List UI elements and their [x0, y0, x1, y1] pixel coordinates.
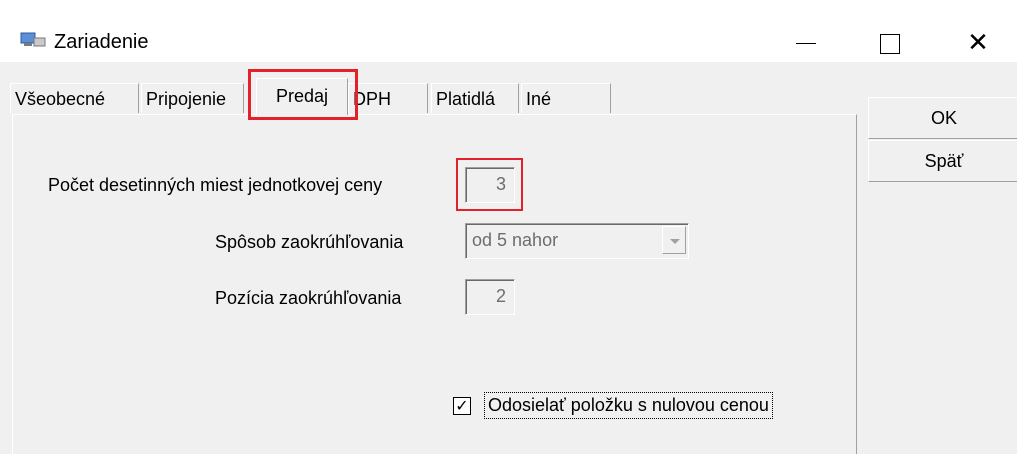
ok-button[interactable]: OK	[868, 97, 1017, 139]
window-title: Zariadenie	[54, 31, 149, 53]
close-button[interactable]: ✕	[948, 18, 1008, 68]
tab-vseobecne[interactable]: Všeobecné	[10, 83, 139, 113]
send-zero-price-label[interactable]: Odosielať položku s nulovou cenou	[484, 392, 773, 419]
tab-label: Všeobecné	[15, 89, 106, 109]
tab-ine[interactable]: Iné	[521, 83, 611, 113]
dropdown-button[interactable]	[662, 226, 686, 254]
tab-platidla[interactable]: Platidlá	[431, 83, 519, 113]
close-icon: ✕	[967, 28, 989, 58]
minimize-button[interactable]	[776, 18, 836, 68]
tab-dph[interactable]: DPH	[348, 83, 428, 113]
decimal-places-label: Počet desetinných miest jednotkovej ceny	[48, 175, 383, 195]
send-zero-price-checkbox[interactable]: ✓	[453, 397, 471, 415]
rounding-method-label: Spôsob zaokrúhľovania	[215, 232, 404, 252]
rounding-position-label: Pozícia zaokrúhľovania	[215, 288, 402, 308]
field-highlight-box	[456, 158, 523, 211]
tab-label: Iné	[526, 89, 552, 109]
ok-button-label: OK	[930, 108, 957, 128]
title-bar: Zariadenie ✕	[0, 0, 1017, 62]
check-icon: ✓	[455, 396, 469, 415]
rounding-position-field[interactable]: 2	[465, 279, 515, 315]
tab-label: Pripojenie	[146, 89, 227, 109]
back-button-label: Späť	[924, 151, 964, 171]
rounding-method-value: od 5 nahor	[472, 230, 559, 250]
chevron-down-icon	[670, 239, 680, 244]
maximize-icon	[880, 34, 900, 54]
tab-highlight-box	[248, 69, 358, 120]
maximize-button[interactable]	[860, 18, 920, 68]
rounding-method-select[interactable]: od 5 nahor	[465, 223, 689, 259]
tab-label: DPH	[353, 89, 392, 109]
back-button[interactable]: Späť	[868, 140, 1017, 182]
tab-label: Platidlá	[436, 89, 496, 109]
computer-icon	[20, 32, 46, 47]
tab-pripojenie[interactable]: Pripojenie	[141, 83, 244, 113]
minimize-icon	[796, 43, 816, 44]
